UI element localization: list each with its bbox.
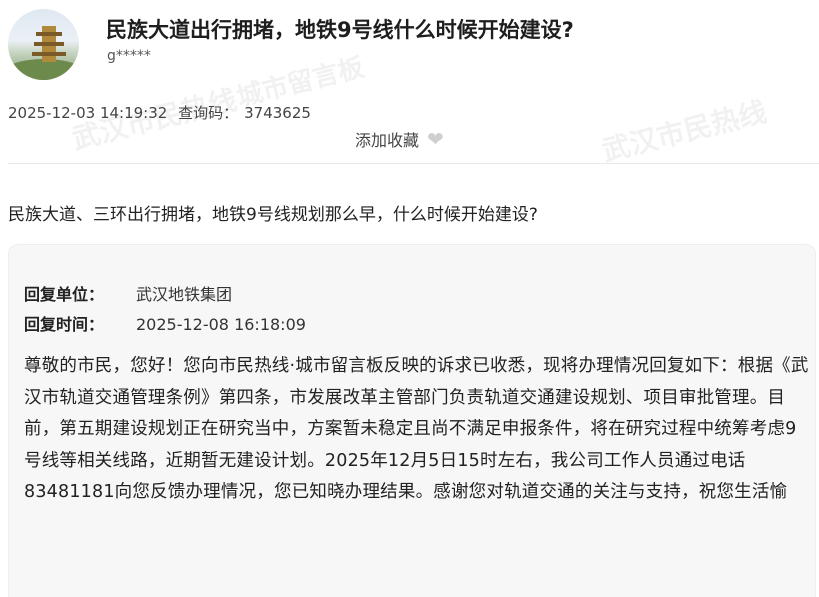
- reply-time-row: 回复时间： 2025-12-08 16:18:09: [24, 311, 306, 335]
- post-meta: 2025-12-03 14:19:32 查询码： 3743625: [8, 102, 317, 123]
- reply-unit-row: 回复单位： 武汉地铁集团: [24, 281, 232, 305]
- heart-icon[interactable]: ❤: [427, 129, 444, 149]
- reply-body: 尊敬的市民，您好！您向市民热线·城市留言板反映的诉求已收悉，现将办理情况回复如下…: [24, 356, 809, 502]
- question-text: 民族大道、三环出行拥堵，地铁9号线规划那么早，什么时候开始建设?: [8, 205, 538, 225]
- reply-time-label: 回复时间：: [24, 315, 105, 334]
- post-date: 2025-12-03 14:19:32: [8, 104, 168, 122]
- query-code-label: 查询码：: [178, 104, 239, 122]
- reply-time-value: 2025-12-08 16:18:09: [136, 315, 306, 334]
- add-favorite-button[interactable]: 添加收藏 ❤: [355, 127, 444, 151]
- favorite-label: 添加收藏: [355, 131, 420, 150]
- page-title: 民族大道出行拥堵，地铁9号线什么时候开始建设?: [106, 18, 574, 42]
- query-code-value: 3743625: [244, 104, 311, 122]
- reply-unit-value: 武汉地铁集团: [136, 285, 233, 304]
- avatar[interactable]: [8, 9, 79, 80]
- username[interactable]: g*****: [107, 48, 151, 64]
- reply-unit-label: 回复单位：: [24, 285, 105, 304]
- reply-card: 回复单位： 武汉地铁集团 回复时间： 2025-12-08 16:18:09 尊敬的…: [8, 244, 816, 597]
- divider: [8, 163, 819, 164]
- post-header: 民族大道出行拥堵，地铁9号线什么时候开始建设? g*****: [0, 0, 819, 88]
- watermark-text: 武汉市民热线: [598, 95, 770, 168]
